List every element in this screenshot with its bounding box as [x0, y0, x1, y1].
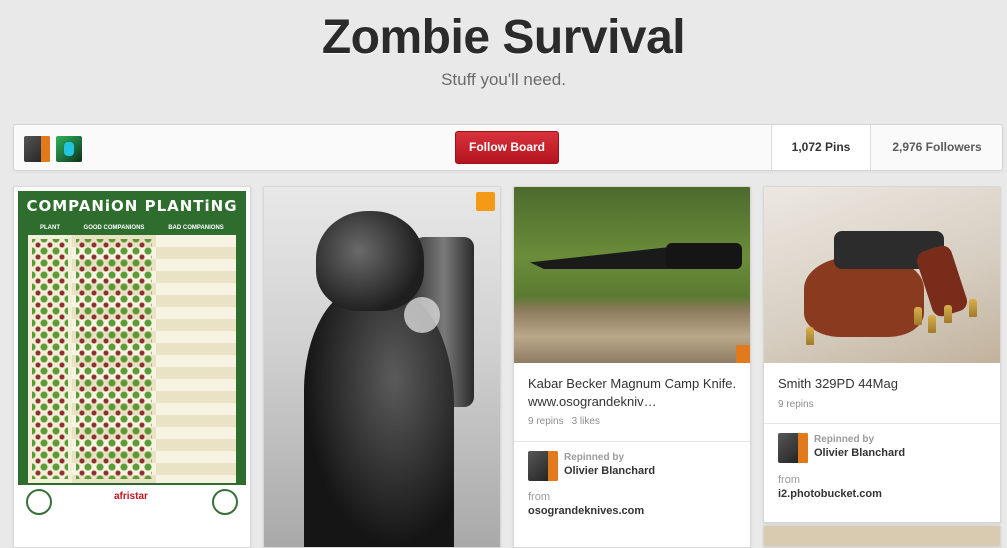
followers-count-tab[interactable]: 2,976 Followers	[870, 125, 1003, 170]
board-title: Zombie Survival	[321, 11, 686, 64]
pin-stats: 9 repins	[778, 399, 822, 410]
holster	[804, 257, 924, 337]
like-count: 3 likes	[571, 416, 600, 427]
vegetable-icons	[76, 239, 152, 479]
follow-board-button[interactable]: Follow Board	[455, 131, 559, 164]
pin-description[interactable]: Smith 329PD 44Mag	[778, 375, 988, 393]
pin-card[interactable]: COMPANiON PLANTiNG PLANT GOOD COMPANIONS…	[13, 186, 251, 548]
image-chart-title: COMPANiON PLANTiNG	[26, 197, 238, 215]
repin-count: 9 repins	[528, 416, 564, 427]
divider	[764, 423, 1000, 424]
pin-stats: 9 repins 3 likes	[528, 416, 608, 427]
chart-column-plant: PLANT	[28, 225, 73, 483]
divider	[514, 441, 750, 442]
board-header: Zombie Survival Stuff you'll need.	[0, 0, 1007, 120]
seal-icon	[26, 489, 52, 515]
source-link[interactable]: i2.photobucket.com	[778, 488, 882, 500]
pin-card[interactable]: Smith 329PD 44Mag 9 repins Repinned by O…	[763, 186, 1001, 523]
source-link[interactable]: osograndeknives.com	[528, 505, 644, 517]
vegetable-icons	[32, 239, 68, 479]
pin-card[interactable]: Kabar Becker Magnum Camp Knife. www.osog…	[513, 186, 751, 548]
pin-image[interactable]	[764, 187, 1000, 363]
pins-count-tab[interactable]: 1,072 Pins	[771, 125, 870, 170]
art-figure-hood	[316, 211, 424, 311]
seal-icon	[212, 489, 238, 515]
pin-card[interactable]	[263, 186, 501, 548]
repin-count: 9 repins	[778, 399, 814, 410]
repinned-label: Repinned by	[564, 452, 625, 463]
avatar[interactable]	[528, 451, 558, 481]
board-action-bar: Follow Board 1,072 Pins 2,976 Followers	[13, 124, 1003, 171]
repinned-label: Repinned by	[814, 434, 875, 445]
pin-image[interactable]	[264, 187, 500, 547]
chart-column-header: BAD COMPANIONS	[168, 225, 224, 231]
image-chart-table: PLANT GOOD COMPANIONS BAD COMPANIONS	[28, 225, 236, 483]
bullet	[914, 307, 922, 325]
pin-card[interactable]	[763, 525, 1001, 547]
knife-blade	[530, 247, 670, 269]
from-label: from	[528, 491, 550, 503]
bullet	[969, 299, 977, 317]
from-label: from	[778, 474, 800, 486]
collaborator-avatar[interactable]	[24, 136, 50, 162]
afristar-logo: afristar	[114, 491, 148, 502]
chart-column-bad: BAD COMPANIONS	[156, 225, 236, 483]
chart-column-good: GOOD COMPANIONS	[72, 225, 157, 483]
repinned-by-user[interactable]: Olivier Blanchard	[814, 447, 905, 459]
pin-description[interactable]: Kabar Becker Magnum Camp Knife. www.osog…	[528, 375, 738, 411]
art-shoulder-patch	[404, 297, 440, 333]
avatar[interactable]	[778, 433, 808, 463]
bullet	[928, 315, 936, 333]
image-chart-footer: afristar	[18, 483, 246, 517]
tag-badge-icon	[476, 192, 495, 211]
chart-column-header: PLANT	[40, 225, 60, 231]
bullet	[944, 305, 952, 323]
bullet	[806, 327, 814, 345]
pin-image[interactable]: COMPANiON PLANTiNG PLANT GOOD COMPANIONS…	[18, 191, 246, 517]
pin-image[interactable]	[514, 187, 750, 363]
chart-column-header: GOOD COMPANIONS	[83, 225, 145, 231]
collaborator-avatar[interactable]	[56, 136, 82, 162]
repinned-by-user[interactable]: Olivier Blanchard	[564, 465, 655, 477]
knife-handle	[666, 243, 742, 269]
watermark-icon	[736, 345, 750, 363]
board-description: Stuff you'll need.	[441, 70, 566, 89]
